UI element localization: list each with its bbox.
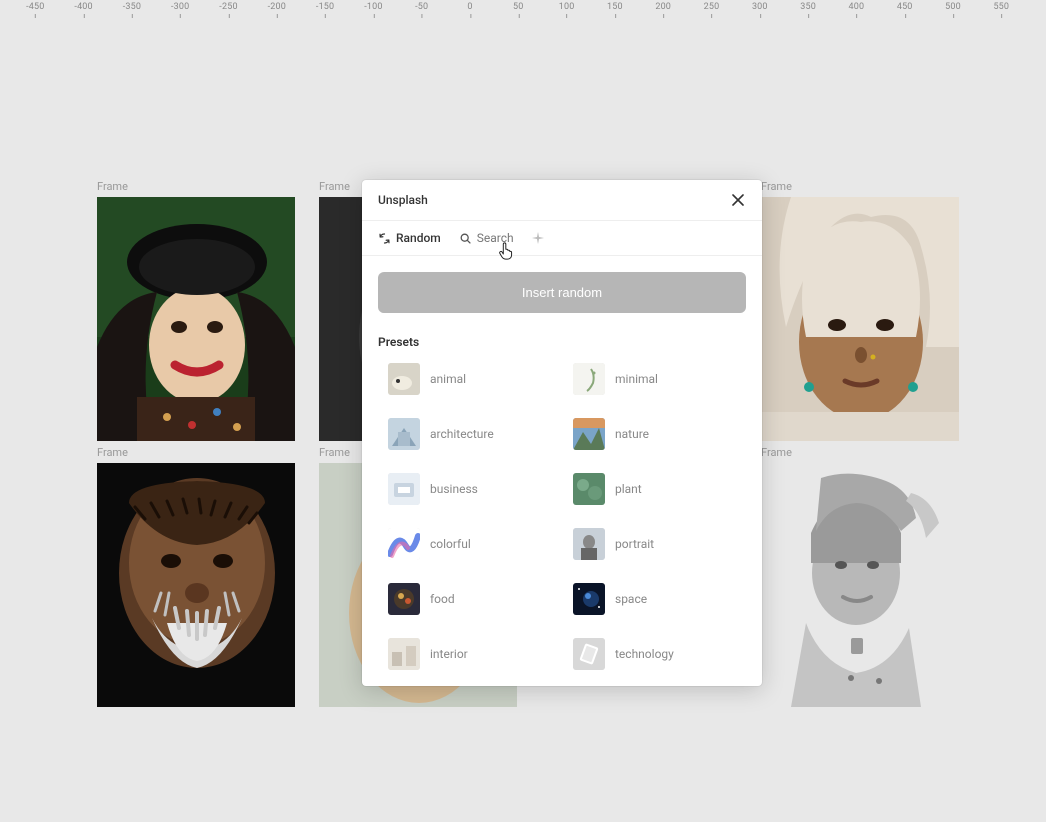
sparkle-icon [532, 232, 544, 244]
ruler-tick: 350 [800, 2, 816, 12]
preset-nature[interactable]: nature [573, 418, 746, 450]
ruler-tick: -150 [316, 2, 334, 12]
preset-label: plant [615, 482, 642, 496]
preset-architecture[interactable]: architecture [388, 418, 561, 450]
preset-thumbnail [388, 528, 420, 560]
preset-label: business [430, 482, 478, 496]
preset-label: food [430, 592, 455, 606]
modal-header: Unsplash [362, 180, 762, 221]
ruler-tick: -300 [171, 2, 189, 12]
close-icon [732, 194, 744, 206]
preset-label: interior [430, 647, 468, 661]
canvas-frame[interactable] [97, 463, 295, 707]
preset-thumbnail [573, 363, 605, 395]
horizontal-ruler: -450 -400 -350 -300 -250 -200 -150 -100 -50 0 50 10… [0, 0, 1046, 20]
preset-thumbnail [573, 473, 605, 505]
canvas-frame[interactable] [761, 463, 959, 707]
preset-thumbnail [573, 638, 605, 670]
modal-body: Insert random Presets animal minimal archi… [362, 256, 762, 686]
tab-label: Random [396, 231, 441, 245]
preset-thumbnail [573, 583, 605, 615]
ruler-tick: 500 [945, 2, 961, 12]
search-icon [459, 232, 472, 245]
ruler-tick: -50 [415, 2, 428, 12]
frame-label: Frame [761, 446, 959, 459]
preset-thumbnail [388, 363, 420, 395]
canvas-frame[interactable] [97, 197, 295, 441]
preset-portrait[interactable]: portrait [573, 528, 746, 560]
preset-thumbnail [573, 528, 605, 560]
preset-thumbnail [573, 418, 605, 450]
ruler-tick: 400 [849, 2, 865, 12]
sync-icon [378, 232, 391, 245]
ruler-tick: 0 [467, 2, 472, 12]
preset-space[interactable]: space [573, 583, 746, 615]
preset-animal[interactable]: animal [388, 363, 561, 395]
ruler-tick: -100 [364, 2, 382, 12]
frame-container: Frame [761, 446, 959, 707]
preset-thumbnail [388, 638, 420, 670]
preset-label: nature [615, 427, 649, 441]
preset-label: minimal [615, 372, 658, 386]
ruler-tick: -350 [123, 2, 141, 12]
preset-thumbnail [388, 473, 420, 505]
ruler-tick: 150 [607, 2, 623, 12]
ruler-tick: 250 [704, 2, 720, 12]
presets-grid: animal minimal architecture nature business p… [388, 363, 746, 670]
frame-label: Frame [97, 180, 295, 193]
ruler-tick: 100 [559, 2, 575, 12]
insert-random-button[interactable]: Insert random [378, 272, 746, 313]
preset-label: animal [430, 372, 466, 386]
modal-title: Unsplash [378, 193, 428, 207]
preset-technology[interactable]: technology [573, 638, 746, 670]
preset-business[interactable]: business [388, 473, 561, 505]
ruler-tick: -250 [219, 2, 237, 12]
frame-container: Frame [761, 180, 959, 441]
frame-container: Frame [97, 180, 295, 441]
preset-label: portrait [615, 537, 654, 551]
ruler-tick: 450 [897, 2, 913, 12]
preset-interior[interactable]: interior [388, 638, 561, 670]
ruler-tick: 300 [752, 2, 768, 12]
preset-food[interactable]: food [388, 583, 561, 615]
preset-label: space [615, 592, 647, 606]
ruler-tick: 50 [513, 2, 523, 12]
ruler-tick: 200 [655, 2, 671, 12]
ruler-tick: -200 [268, 2, 286, 12]
close-button[interactable] [730, 192, 746, 208]
preset-label: colorful [430, 537, 471, 551]
tab-label: Search [477, 231, 514, 245]
tab-random[interactable]: Random [378, 231, 441, 245]
presets-heading: Presets [378, 335, 746, 349]
ruler-tick: -400 [74, 2, 92, 12]
frame-label: Frame [761, 180, 959, 193]
tab-search[interactable]: Search [459, 231, 514, 245]
unsplash-modal: Unsplash Random Search Insert random Pre… [362, 180, 762, 686]
ruler-tick: 550 [993, 2, 1009, 12]
preset-label: technology [615, 647, 674, 661]
preset-colorful[interactable]: colorful [388, 528, 561, 560]
ruler-tick: -450 [26, 2, 44, 12]
preset-thumbnail [388, 418, 420, 450]
preset-plant[interactable]: plant [573, 473, 746, 505]
modal-tabs: Random Search [362, 221, 762, 256]
preset-thumbnail [388, 583, 420, 615]
preset-label: architecture [430, 427, 494, 441]
frame-label: Frame [97, 446, 295, 459]
frame-container: Frame [97, 446, 295, 707]
canvas-frame[interactable] [761, 197, 959, 441]
preset-minimal[interactable]: minimal [573, 363, 746, 395]
